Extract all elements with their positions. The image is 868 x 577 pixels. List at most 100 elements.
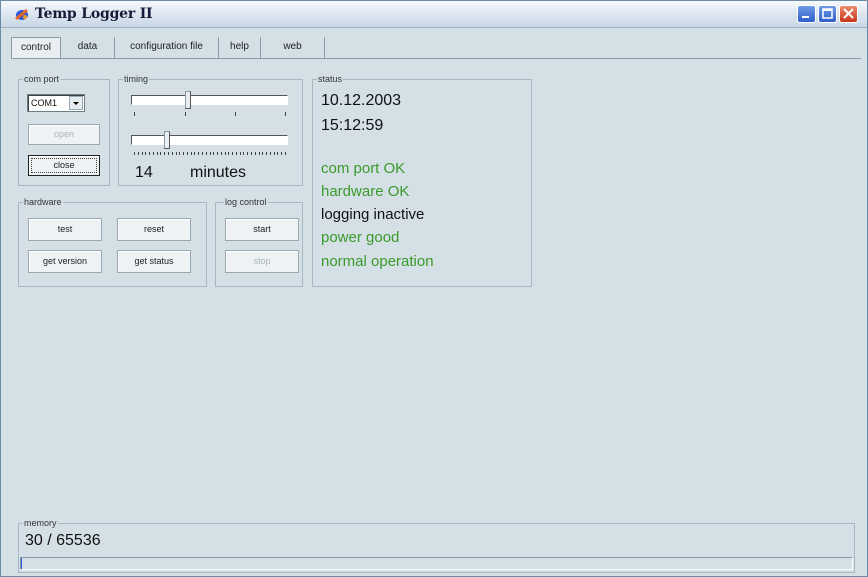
tab-help-label: help xyxy=(230,41,249,52)
tab-data-label: data xyxy=(77,41,98,52)
timing-slider-2-track[interactable] xyxy=(131,135,288,145)
slider-2-tick xyxy=(247,152,249,155)
status-date: 10.12.2003 xyxy=(321,92,402,109)
get-version-button[interactable]: get version xyxy=(28,250,102,273)
slider-2-tick xyxy=(251,152,253,155)
timing-unit: minutes xyxy=(190,164,247,181)
test-button[interactable]: test xyxy=(28,218,102,241)
slider-1-tick xyxy=(235,112,236,116)
slider-2-tick xyxy=(141,152,143,155)
timing-slider-2-thumb[interactable] xyxy=(164,131,171,149)
tab-divider xyxy=(11,58,861,59)
slider-2-tick xyxy=(281,152,283,155)
open-button[interactable]: open xyxy=(28,124,100,145)
minimize-icon xyxy=(802,16,809,18)
title-bar[interactable]: Temp Logger II xyxy=(1,1,867,28)
status-line-logging: logging inactive xyxy=(321,206,425,223)
slider-2-tick xyxy=(152,152,154,155)
com-port-value: COM1 xyxy=(31,98,58,108)
slider-2-tick xyxy=(217,152,219,155)
memory-group-label: memory xyxy=(23,517,58,529)
slider-2-tick xyxy=(235,152,237,155)
status-time: 15:12:59 xyxy=(321,117,384,134)
com-port-select[interactable]: COM1 xyxy=(27,94,85,112)
maximize-icon xyxy=(822,8,833,19)
slider-2-tick xyxy=(137,152,139,155)
app-window: Temp Logger II control data configuratio… xyxy=(0,0,868,577)
minimize-button[interactable] xyxy=(797,5,816,23)
hardware-group-label: hardware xyxy=(23,196,63,208)
slider-2-tick xyxy=(258,152,260,155)
slider-2-tick xyxy=(232,152,234,155)
log-control-group: log control start stop xyxy=(215,196,303,287)
close-icon xyxy=(843,8,854,19)
timing-slider-1-track[interactable] xyxy=(131,95,288,105)
slider-2-tick xyxy=(134,152,135,155)
get-status-button[interactable]: get status xyxy=(117,250,191,273)
slider-2-tick xyxy=(254,152,256,155)
slider-2-tick xyxy=(228,152,230,155)
timing-group-label: timing xyxy=(123,73,150,85)
slider-2-tick xyxy=(160,152,162,155)
window-title: Temp Logger II xyxy=(35,6,153,22)
slider-2-tick xyxy=(164,152,166,155)
slider-2-tick xyxy=(269,152,271,155)
slider-2-tick xyxy=(149,152,151,155)
slider-1-tick xyxy=(185,112,186,116)
status-line-com-port: com port OK xyxy=(321,160,406,177)
slider-2-tick xyxy=(171,152,173,155)
slider-2-tick xyxy=(198,152,200,155)
status-group-label: status xyxy=(317,73,344,85)
slider-2-tick xyxy=(179,152,181,155)
timing-group: timing 14 minutes xyxy=(118,73,303,186)
timing-slider-1-thumb[interactable] xyxy=(185,91,192,109)
slider-2-tick xyxy=(167,152,169,155)
slider-2-tick xyxy=(285,152,286,155)
slider-2-tick xyxy=(194,152,196,155)
slider-2-tick xyxy=(220,152,222,155)
slider-2-tick xyxy=(224,152,226,155)
slider-2-tick xyxy=(145,152,147,155)
slider-2-tick xyxy=(209,152,211,155)
slider-2-tick xyxy=(266,152,268,155)
slider-1-tick xyxy=(134,112,135,116)
memory-group: memory 30 / 65536 xyxy=(18,517,855,573)
status-line-operation: normal operation xyxy=(321,253,434,270)
app-logo-icon xyxy=(15,8,28,21)
memory-value: 30 / 65536 xyxy=(25,532,101,549)
tab-control[interactable]: control xyxy=(11,37,61,58)
tab-configuration-file[interactable]: configuration file xyxy=(115,37,219,58)
hardware-group: hardware test reset get version get stat… xyxy=(18,196,207,287)
com-port-group-label: com port xyxy=(23,73,61,85)
log-control-group-label: log control xyxy=(224,196,268,208)
tab-help[interactable]: help xyxy=(219,37,261,58)
close-window-button[interactable] xyxy=(839,5,858,23)
start-button[interactable]: start xyxy=(225,218,299,241)
slider-2-tick xyxy=(213,152,215,155)
slider-2-tick xyxy=(190,152,192,155)
slider-2-tick xyxy=(205,152,207,155)
tab-web-label: web xyxy=(283,41,302,52)
slider-2-tick xyxy=(262,152,264,155)
slider-1-tick xyxy=(285,112,286,116)
reset-button[interactable]: reset xyxy=(117,218,191,241)
slider-2-tick xyxy=(243,152,245,155)
slider-2-tick xyxy=(273,152,275,155)
close-port-button[interactable]: close xyxy=(28,155,100,176)
tab-data[interactable]: data xyxy=(61,37,115,58)
slider-2-tick xyxy=(277,152,279,155)
timing-value: 14 xyxy=(135,164,153,181)
chevron-down-icon[interactable] xyxy=(69,96,83,110)
slider-2-tick xyxy=(186,152,188,155)
com-port-group: com port COM1 open close xyxy=(18,73,110,186)
slider-2-tick xyxy=(175,152,177,155)
status-line-hardware: hardware OK xyxy=(321,183,410,200)
tab-web[interactable]: web xyxy=(261,37,325,58)
slider-2-tick xyxy=(201,152,203,155)
slider-2-tick xyxy=(183,152,185,155)
tab-control-label: control xyxy=(20,42,51,53)
slider-2-tick xyxy=(239,152,241,155)
maximize-button[interactable] xyxy=(818,5,837,23)
stop-button[interactable]: stop xyxy=(225,250,299,273)
status-line-power: power good xyxy=(321,229,400,246)
